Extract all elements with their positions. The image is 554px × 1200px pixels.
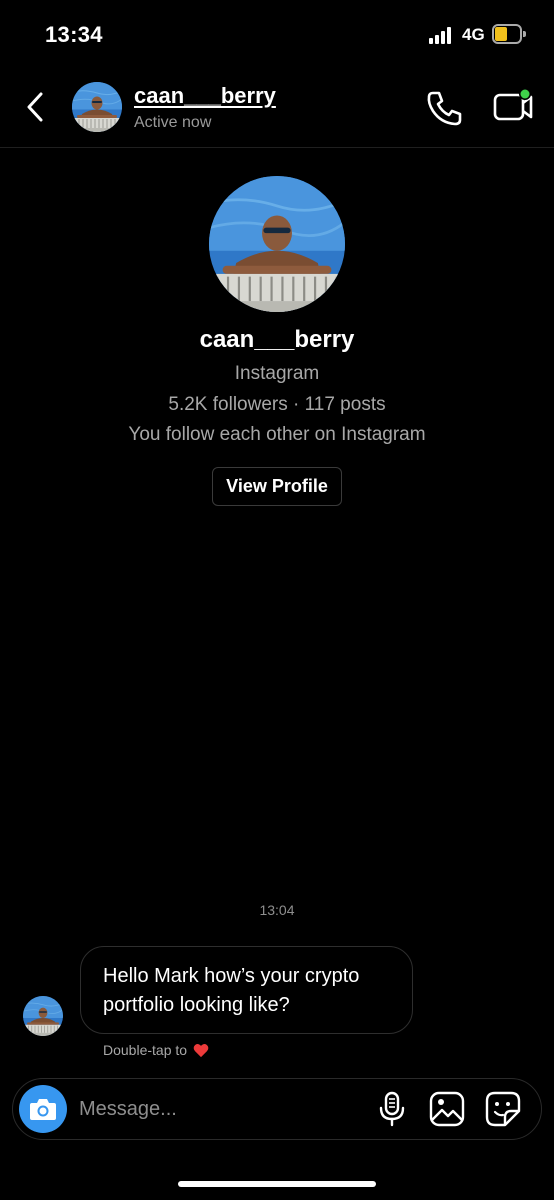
- heart-icon: [193, 1043, 209, 1057]
- chevron-left-icon: [27, 92, 43, 122]
- gallery-button[interactable]: [429, 1091, 465, 1127]
- camera-icon: [30, 1099, 56, 1120]
- status-time: 13:34: [45, 22, 103, 47]
- profile-stats: 5.2K followers · 117 posts: [168, 394, 386, 415]
- back-button[interactable]: [18, 86, 52, 128]
- header-avatar[interactable]: [72, 82, 122, 132]
- header-username[interactable]: caan___berry: [134, 83, 276, 109]
- message-composer: [12, 1078, 542, 1140]
- voice-message-button[interactable]: [377, 1091, 407, 1127]
- signal-icon: [429, 26, 455, 44]
- video-camera-icon: [493, 88, 533, 121]
- profile-name: caan___berry: [199, 326, 355, 353]
- double-tap-hint: Double-tap to: [103, 1042, 209, 1058]
- gallery-icon: [429, 1091, 465, 1127]
- home-indicator[interactable]: [178, 1181, 376, 1187]
- profile-platform: Instagram: [234, 363, 320, 384]
- message-timestamp: 13:04: [259, 902, 295, 918]
- active-status: Active now: [134, 114, 212, 131]
- phone-icon: [427, 91, 462, 126]
- chat-header: caan___berry Active now: [0, 72, 554, 148]
- view-profile-button[interactable]: View Profile: [212, 467, 342, 506]
- status-bar: 13:34 4G: [0, 0, 554, 72]
- profile-relationship: You follow each other on Instagram: [128, 424, 426, 445]
- microphone-icon: [379, 1091, 405, 1127]
- dm-thread-screen: 13:34 4G caan___berry Active now caan___…: [0, 0, 554, 1200]
- double-tap-text: Double-tap to: [103, 1042, 188, 1058]
- message-input[interactable]: [79, 1089, 369, 1129]
- message-bubble[interactable]: Hello Mark how’s your crypto portfolio l…: [80, 946, 413, 1034]
- network-type: 4G: [462, 25, 485, 44]
- audio-call-button[interactable]: [424, 88, 464, 128]
- battery-icon: [492, 24, 526, 44]
- online-indicator: [520, 89, 530, 99]
- sender-avatar[interactable]: [23, 996, 63, 1036]
- sticker-button[interactable]: [485, 1091, 521, 1127]
- camera-button[interactable]: [19, 1085, 67, 1133]
- sticker-icon: [485, 1091, 521, 1127]
- video-call-button[interactable]: [492, 86, 534, 126]
- profile-avatar[interactable]: [209, 176, 345, 312]
